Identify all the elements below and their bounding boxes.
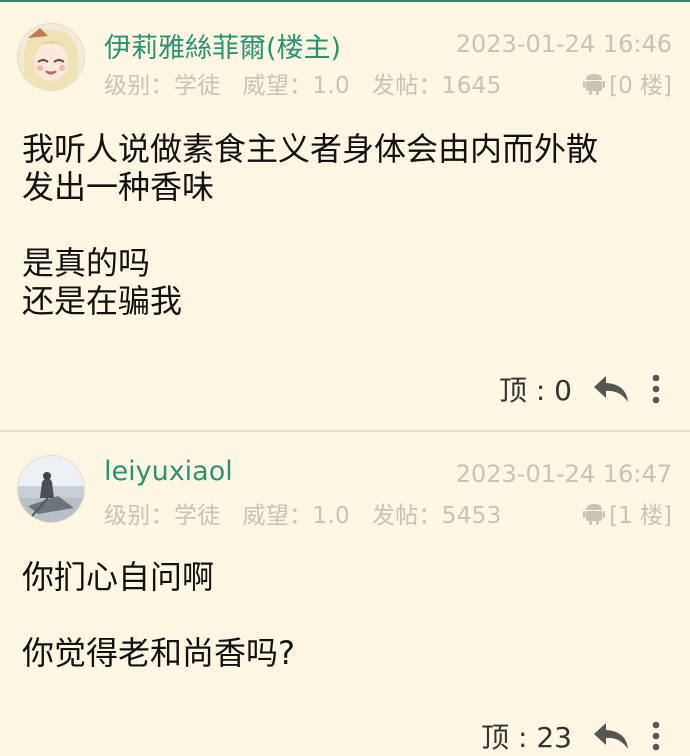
author-prestige: 威望：1.0 — [242, 503, 350, 529]
content-line: 发出一种香味 — [22, 168, 215, 206]
author-meta: 级别：学徒 威望：1.0 发帖：5453 — [104, 496, 524, 530]
author-prestige: 威望：1.0 — [242, 73, 350, 99]
post-time: 2023-01-24 16:46 — [455, 30, 672, 58]
more-vertical-icon[interactable] — [652, 374, 660, 404]
anime-avatar-image — [18, 24, 84, 90]
content-line: 是真的吗 — [22, 244, 151, 282]
photo-avatar-image — [18, 456, 84, 522]
floor-number: [1 楼] — [583, 496, 672, 530]
author-meta: 级别：学徒 威望：1.0 发帖：1645 — [104, 66, 524, 100]
avatar[interactable] — [18, 456, 84, 522]
floor-number: [0 楼] — [583, 66, 672, 100]
content-line: 还是在骗我 — [22, 282, 183, 320]
content-line: 你觉得老和尚香吗? — [22, 634, 295, 672]
reply-icon[interactable] — [592, 374, 630, 404]
author-name[interactable]: leiyuxiaol — [104, 456, 233, 487]
post-divider — [0, 430, 690, 432]
more-vertical-icon[interactable] — [652, 721, 660, 751]
android-icon — [583, 504, 606, 525]
author-post-count: 发帖：5453 — [371, 503, 502, 529]
post-time: 2023-01-24 16:47 — [455, 460, 672, 488]
post-content: 我听人说做素食主义者身体会由内而外散 发出一种香味 是真的吗 还是在骗我 — [22, 130, 598, 320]
post-actions: 顶 : 0 — [499, 369, 660, 409]
upvote-button[interactable]: 顶 : 0 — [499, 369, 572, 409]
floor-label: [1 楼] — [609, 503, 672, 529]
content-blank-line — [22, 596, 295, 634]
post-content: 你扪心自问啊 你觉得老和尚香吗? — [22, 558, 295, 672]
android-icon — [583, 74, 606, 95]
content-line: 我听人说做素食主义者身体会由内而外散 — [22, 130, 599, 168]
upvote-button[interactable]: 顶 : 23 — [481, 716, 572, 756]
author-level: 级别：学徒 — [104, 503, 221, 529]
reply-icon[interactable] — [592, 721, 630, 751]
content-blank-line — [22, 206, 598, 244]
author-post-count: 发帖：1645 — [371, 73, 502, 99]
author-name[interactable]: 伊莉雅絲菲爾(楼主) — [104, 26, 341, 65]
author-level: 级别：学徒 — [104, 73, 221, 99]
avatar[interactable] — [18, 24, 84, 90]
content-line: 你扪心自问啊 — [22, 558, 215, 596]
floor-label: [0 楼] — [609, 73, 672, 99]
post-actions: 顶 : 23 — [481, 716, 660, 756]
top-accent-line — [0, 0, 690, 2]
